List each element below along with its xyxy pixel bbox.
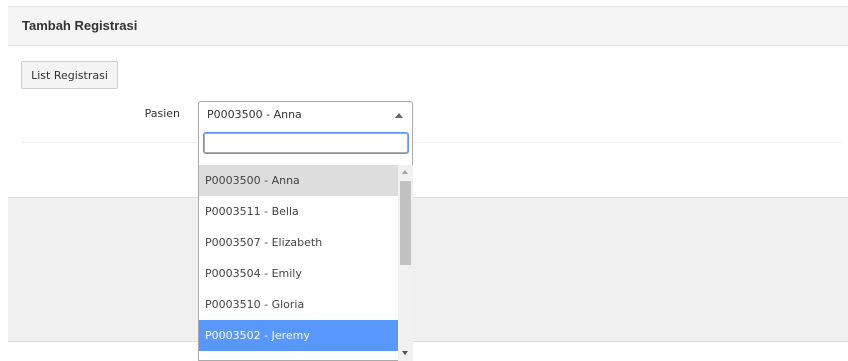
- dropdown-scrollbar[interactable]: [398, 165, 413, 361]
- page-title: Tambah Registrasi: [22, 18, 138, 33]
- panel-header: Tambah Registrasi: [8, 6, 848, 46]
- dropdown-search: [204, 131, 408, 153]
- dropdown-option[interactable]: P0003507 - Elizabeth: [199, 227, 398, 258]
- dropdown-search-input[interactable]: [204, 132, 408, 153]
- scroll-down-arrow-icon[interactable]: [402, 351, 408, 355]
- page: Tambah Registrasi List Registrasi Pasien…: [0, 0, 848, 361]
- form-divider: [21, 142, 841, 143]
- pasien-label: Pasien: [144, 107, 180, 120]
- dropdown-results: P0003500 - Anna P0003511 - Bella P000350…: [199, 165, 398, 361]
- triangle-up-icon: [395, 113, 403, 118]
- pasien-selected-value: P0003500 - Anna: [207, 108, 302, 121]
- dropdown-option[interactable]: P0003511 - Bella: [199, 196, 398, 227]
- pasien-select[interactable]: P0003500 - Anna: [198, 101, 413, 128]
- list-registrasi-button[interactable]: List Registrasi: [21, 61, 118, 89]
- pasien-dropdown: P0003500 - Anna P0003511 - Bella P000350…: [198, 127, 413, 361]
- scroll-up-arrow-icon[interactable]: [402, 170, 408, 174]
- dropdown-option[interactable]: P0003502 - Jeremy: [199, 320, 398, 351]
- dropdown-option[interactable]: P0003510 - Gloria: [199, 289, 398, 320]
- dropdown-option[interactable]: P0003504 - Emily: [199, 258, 398, 289]
- scrollbar-thumb[interactable]: [400, 181, 411, 265]
- dropdown-option[interactable]: P0003500 - Anna: [199, 165, 398, 196]
- content-area: [8, 197, 848, 342]
